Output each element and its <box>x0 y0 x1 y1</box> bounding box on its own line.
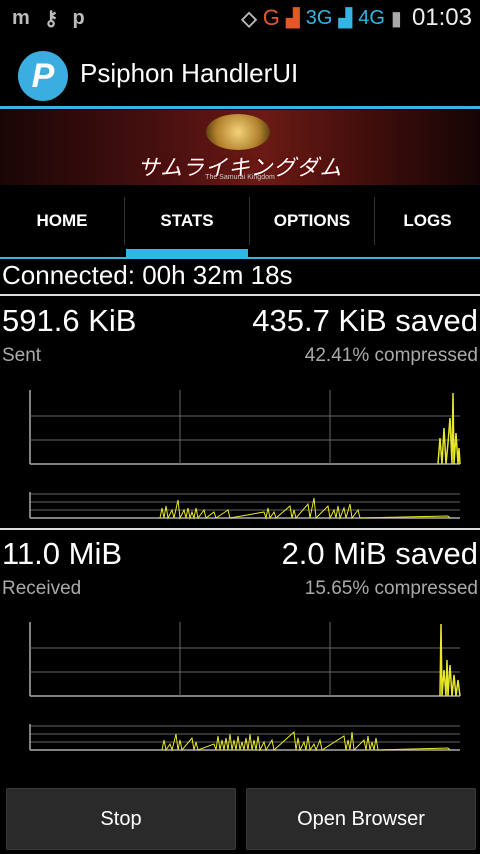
app-bar: P Psiphon HandlerUI <box>0 38 480 109</box>
vibrate-icon: ◇ <box>241 7 257 30</box>
tab-home[interactable]: HOME <box>0 185 124 257</box>
network-3g-label: 3G <box>305 6 333 29</box>
tab-bar: HOME STATS OPTIONS LOGS <box>0 185 480 259</box>
received-amount: 11.0 MiB <box>2 536 123 571</box>
sent-compressed: 42.41% compressed <box>304 345 478 366</box>
tab-options[interactable]: OPTIONS <box>250 185 374 257</box>
p-notification-icon: p <box>72 7 85 29</box>
sent-rate-graph <box>29 390 461 465</box>
sent-label: Sent <box>2 345 42 366</box>
received-label: Received <box>2 578 82 599</box>
app-title: Psiphon HandlerUI <box>80 58 299 88</box>
sent-saved: 435.7 KiB saved <box>252 303 478 338</box>
tab-logs[interactable]: LOGS <box>375 185 480 257</box>
signal-icon-2: ▟ <box>338 7 353 28</box>
sent-amount: 591.6 KiB <box>2 303 137 338</box>
battery-icon: ▮ <box>390 7 402 30</box>
open-browser-button[interactable]: Open Browser <box>246 788 476 850</box>
status-left-icons: m ⚷ p <box>12 6 85 31</box>
stop-button[interactable]: Stop <box>6 788 236 850</box>
connected-duration: Connected: 00h 32m 18s <box>2 260 293 290</box>
received-rate-graph <box>29 622 461 697</box>
tab-stats[interactable]: STATS <box>125 185 249 257</box>
signal-icon-1: ▟ <box>285 7 300 28</box>
key-icon: ⚷ <box>43 8 59 30</box>
divider <box>0 528 480 530</box>
network-4g-label: 4G <box>358 6 385 29</box>
carrier-label: G <box>262 5 280 30</box>
psiphon-logo-icon[interactable]: P <box>18 51 68 101</box>
sent-history-graph <box>29 492 460 520</box>
status-time: 01:03 <box>411 4 472 31</box>
banner-emblem-icon <box>206 114 270 150</box>
active-tab-indicator <box>126 249 248 257</box>
status-right-icons: ◇ G ▟ 3G ▟ 4G ▮ 01:03 <box>241 4 472 32</box>
divider <box>0 294 480 296</box>
m-notification-icon: m <box>12 7 30 29</box>
banner-subtitle: The Samurai Kingdom <box>205 174 275 181</box>
received-history-graph <box>29 724 460 752</box>
received-saved: 2.0 MiB saved <box>281 536 478 571</box>
received-compressed: 15.65% compressed <box>304 578 478 599</box>
status-bar: m ⚷ p ◇ G ▟ 3G ▟ 4G ▮ 01:03 <box>0 0 480 38</box>
sponsor-banner[interactable]: サムライキングダム The Samurai Kingdom <box>0 110 480 185</box>
